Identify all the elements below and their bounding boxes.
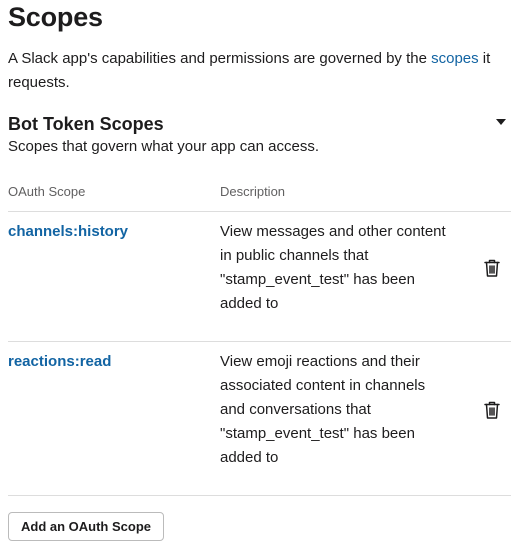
intro-text-start: A Slack app's capabilities and permissio…: [8, 50, 432, 67]
scope-name-link[interactable]: reactions:read: [8, 350, 111, 374]
scopes-link[interactable]: scopes: [431, 50, 479, 67]
table-divider: [8, 495, 511, 496]
section-title: Bot Token Scopes: [8, 114, 164, 134]
column-header-description: Description: [220, 184, 286, 199]
table-divider: [8, 211, 511, 212]
scope-description: View emoji reactions and their associate…: [220, 353, 426, 466]
caret-down-icon[interactable]: [495, 117, 507, 127]
table-divider: [8, 341, 511, 342]
scopes-page: Scopes A Slack app's capabilities and pe…: [0, 0, 521, 544]
page-title: Scopes: [8, 2, 103, 32]
trash-icon[interactable]: [483, 400, 501, 420]
scopes-intro: A Slack app's capabilities and permissio…: [8, 47, 514, 95]
trash-icon[interactable]: [483, 258, 501, 278]
scope-name-link[interactable]: channels:history: [8, 220, 128, 244]
add-oauth-scope-button[interactable]: Add an OAuth Scope: [8, 512, 164, 541]
section-description: Scopes that govern what your app can acc…: [8, 138, 320, 155]
column-header-scope: OAuth Scope: [8, 184, 86, 199]
scope-description: View messages and other content in publi…: [220, 223, 446, 312]
